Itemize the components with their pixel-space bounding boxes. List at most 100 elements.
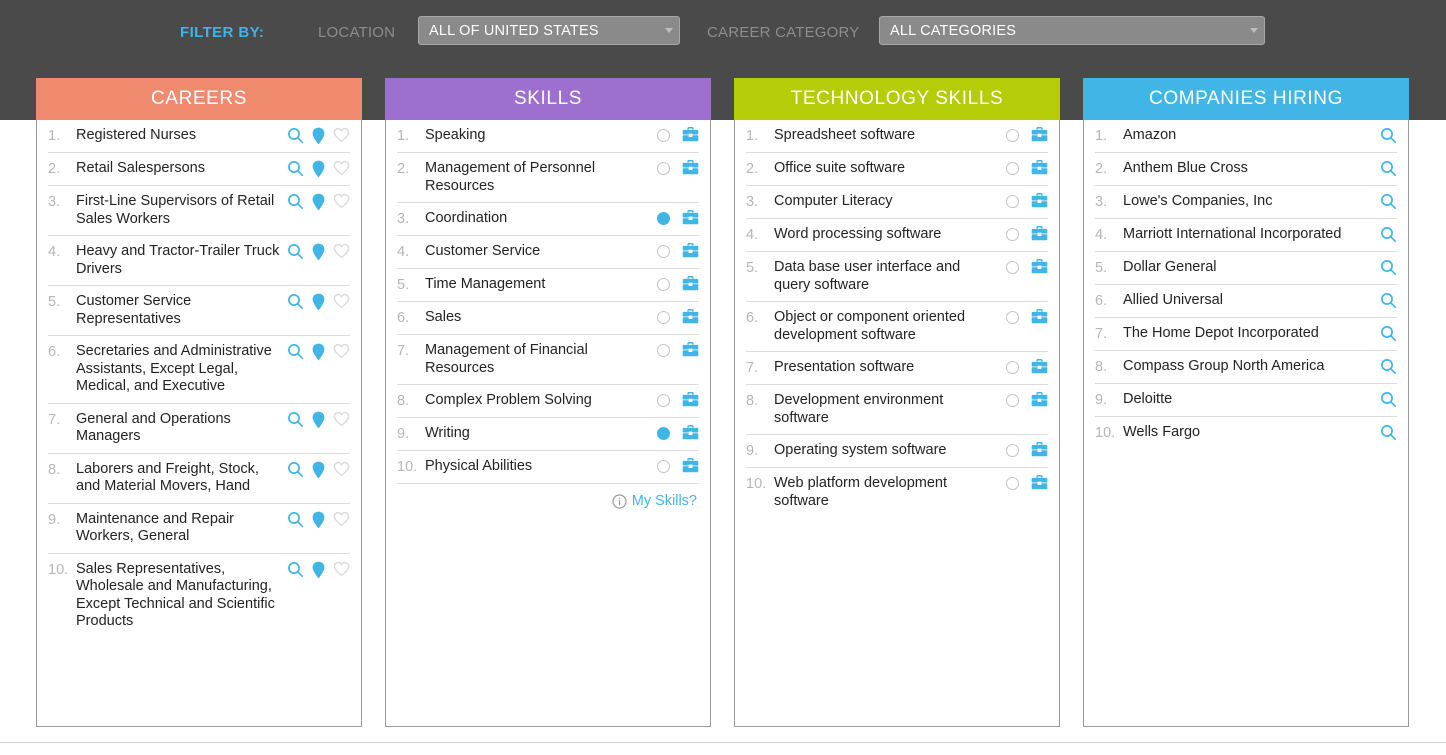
list-item[interactable]: 1.Amazon xyxy=(1095,120,1397,153)
briefcase-icon[interactable] xyxy=(1031,475,1048,490)
select-radio-icon[interactable] xyxy=(1006,228,1019,241)
map-pin-icon[interactable] xyxy=(312,461,325,479)
list-item[interactable]: 9.Maintenance and Repair Workers, Genera… xyxy=(48,504,350,554)
list-item[interactable]: 1.Registered Nurses xyxy=(48,120,350,153)
list-item[interactable]: 9.Deloitte xyxy=(1095,384,1397,417)
search-icon[interactable] xyxy=(1380,226,1397,243)
heart-icon[interactable] xyxy=(333,511,350,527)
briefcase-icon[interactable] xyxy=(682,458,699,473)
briefcase-icon[interactable] xyxy=(1031,392,1048,407)
my-skills-link[interactable]: My Skills? xyxy=(397,484,699,509)
select-radio-icon[interactable] xyxy=(1006,162,1019,175)
location-select[interactable]: ALL OF UNITED STATES xyxy=(418,16,680,45)
list-item[interactable]: 10.Wells Fargo xyxy=(1095,417,1397,449)
briefcase-icon[interactable] xyxy=(1031,226,1048,241)
list-item[interactable]: 8.Compass Group North America xyxy=(1095,351,1397,384)
list-item[interactable]: 9.Operating system software xyxy=(746,435,1048,468)
heart-icon[interactable] xyxy=(333,193,350,209)
select-radio-icon[interactable] xyxy=(1006,311,1019,324)
heart-icon[interactable] xyxy=(333,293,350,309)
list-item[interactable]: 1.Speaking xyxy=(397,120,699,153)
list-item[interactable]: 6.Allied Universal xyxy=(1095,285,1397,318)
search-icon[interactable] xyxy=(287,127,304,144)
briefcase-icon[interactable] xyxy=(1031,193,1048,208)
list-item[interactable]: 7.Presentation software xyxy=(746,352,1048,385)
select-radio-icon[interactable] xyxy=(657,344,670,357)
search-icon[interactable] xyxy=(287,461,304,478)
list-item[interactable]: 4.Word processing software xyxy=(746,219,1048,252)
list-item[interactable]: 3.First-Line Supervisors of Retail Sales… xyxy=(48,186,350,236)
map-pin-icon[interactable] xyxy=(312,411,325,429)
list-item[interactable]: 10.Physical Abilities xyxy=(397,451,699,484)
heart-icon[interactable] xyxy=(333,160,350,176)
select-radio-icon[interactable] xyxy=(657,245,670,258)
heart-icon[interactable] xyxy=(333,461,350,477)
select-radio-icon[interactable] xyxy=(657,311,670,324)
search-icon[interactable] xyxy=(1380,127,1397,144)
list-item[interactable]: 3.Lowe's Companies, Inc xyxy=(1095,186,1397,219)
briefcase-icon[interactable] xyxy=(1031,359,1048,374)
select-radio-icon[interactable] xyxy=(1006,129,1019,142)
list-item[interactable]: 10.Web platform development software xyxy=(746,468,1048,517)
search-icon[interactable] xyxy=(287,411,304,428)
map-pin-icon[interactable] xyxy=(312,561,325,579)
search-icon[interactable] xyxy=(287,561,304,578)
list-item[interactable]: 3.Coordination xyxy=(397,203,699,236)
select-radio-icon[interactable] xyxy=(657,129,670,142)
list-item[interactable]: 8.Complex Problem Solving xyxy=(397,385,699,418)
select-radio-icon[interactable] xyxy=(657,278,670,291)
list-item[interactable]: 7.General and Operations Managers xyxy=(48,404,350,454)
list-item[interactable]: 5.Dollar General xyxy=(1095,252,1397,285)
map-pin-icon[interactable] xyxy=(312,343,325,361)
briefcase-icon[interactable] xyxy=(682,342,699,357)
map-pin-icon[interactable] xyxy=(312,243,325,261)
select-radio-icon[interactable] xyxy=(657,162,670,175)
briefcase-icon[interactable] xyxy=(1031,259,1048,274)
search-icon[interactable] xyxy=(1380,259,1397,276)
list-item[interactable]: 5.Data base user interface and query sof… xyxy=(746,252,1048,302)
select-radio-icon[interactable] xyxy=(657,427,670,440)
list-item[interactable]: 10.Sales Representatives, Wholesale and … xyxy=(48,554,350,638)
briefcase-icon[interactable] xyxy=(1031,309,1048,324)
list-item[interactable]: 7.The Home Depot Incorporated xyxy=(1095,318,1397,351)
briefcase-icon[interactable] xyxy=(682,276,699,291)
heart-icon[interactable] xyxy=(333,411,350,427)
list-item[interactable]: 8.Development environment software xyxy=(746,385,1048,435)
search-icon[interactable] xyxy=(287,511,304,528)
search-icon[interactable] xyxy=(287,343,304,360)
search-icon[interactable] xyxy=(287,293,304,310)
list-item[interactable]: 1.Spreadsheet software xyxy=(746,120,1048,153)
list-item[interactable]: 7.Management of Financial Resources xyxy=(397,335,699,385)
briefcase-icon[interactable] xyxy=(682,160,699,175)
select-radio-icon[interactable] xyxy=(1006,477,1019,490)
heart-icon[interactable] xyxy=(333,343,350,359)
map-pin-icon[interactable] xyxy=(312,511,325,529)
list-item[interactable]: 5.Time Management xyxy=(397,269,699,302)
map-pin-icon[interactable] xyxy=(312,293,325,311)
select-radio-icon[interactable] xyxy=(1006,195,1019,208)
briefcase-icon[interactable] xyxy=(682,309,699,324)
list-item[interactable]: 6.Sales xyxy=(397,302,699,335)
briefcase-icon[interactable] xyxy=(682,243,699,258)
select-radio-icon[interactable] xyxy=(657,394,670,407)
heart-icon[interactable] xyxy=(333,127,350,143)
map-pin-icon[interactable] xyxy=(312,127,325,145)
list-item[interactable]: 6.Object or component oriented developme… xyxy=(746,302,1048,352)
select-radio-icon[interactable] xyxy=(1006,394,1019,407)
list-item[interactable]: 5.Customer Service Representatives xyxy=(48,286,350,336)
select-radio-icon[interactable] xyxy=(657,212,670,225)
list-item[interactable]: 4.Marriott International Incorporated xyxy=(1095,219,1397,252)
select-radio-icon[interactable] xyxy=(1006,261,1019,274)
list-item[interactable]: 2.Anthem Blue Cross xyxy=(1095,153,1397,186)
map-pin-icon[interactable] xyxy=(312,193,325,211)
briefcase-icon[interactable] xyxy=(1031,160,1048,175)
list-item[interactable]: 2.Retail Salespersons xyxy=(48,153,350,186)
briefcase-icon[interactable] xyxy=(1031,442,1048,457)
search-icon[interactable] xyxy=(1380,292,1397,309)
briefcase-icon[interactable] xyxy=(682,127,699,142)
career-category-select[interactable]: ALL CATEGORIES xyxy=(879,16,1265,45)
list-item[interactable]: 4.Customer Service xyxy=(397,236,699,269)
list-item[interactable]: 2.Management of Personnel Resources xyxy=(397,153,699,203)
select-radio-icon[interactable] xyxy=(1006,444,1019,457)
map-pin-icon[interactable] xyxy=(312,160,325,178)
